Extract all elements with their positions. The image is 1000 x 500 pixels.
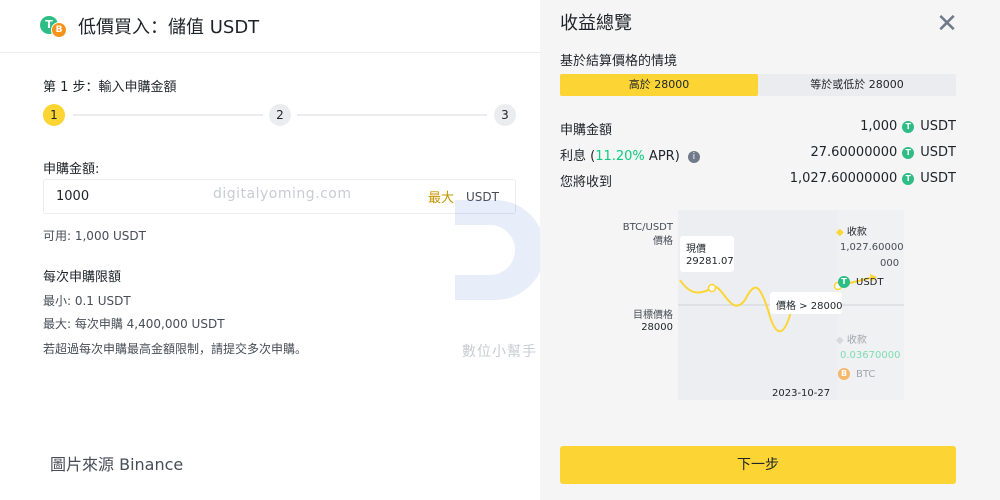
tab-below[interactable]: 等於或低於 28000 <box>758 74 956 96</box>
max-limit: 最大: 每次申購 4,400,000 USDT <box>43 317 225 331</box>
usdt-btc-logo-icon: TB <box>40 14 70 38</box>
current-label: 現價 <box>686 244 706 255</box>
step-1: 1 <box>43 104 65 126</box>
panel-header: TB 低價買入：儲值 USDT <box>40 10 259 42</box>
page-title: 低價買入：儲值 USDT <box>78 17 260 38</box>
receive-label: ◆ 收款 <box>836 227 867 238</box>
usdt-icon: T <box>902 146 915 159</box>
receive-row: 您將收到 1,027.60000000 T USDT <box>560 171 956 190</box>
y-axis-label: BTC/USDT 價格 <box>622 222 673 247</box>
limit-note: 若超過每次申購最高金額限制，請提交多次申購。 <box>43 342 308 356</box>
stepper-line <box>73 114 263 116</box>
tab-above[interactable]: 高於 28000 <box>560 74 758 96</box>
limit-title: 每次申購限額 <box>43 270 122 285</box>
usdt-icon: T <box>902 172 915 185</box>
row-unit: USDT <box>920 145 956 160</box>
receive-value: 1,027.60000 <box>840 242 904 253</box>
row-unit: USDT <box>920 171 956 186</box>
row-label-suffix: APR) <box>644 149 680 164</box>
scenario-tabs: 高於 28000 等於或低於 28000 <box>560 74 956 96</box>
target-value: 28000 <box>641 322 673 333</box>
receive-value-cont: 000 <box>880 258 900 269</box>
stepper-line <box>297 114 487 116</box>
stepper: 1 2 3 <box>43 104 516 126</box>
row-value: 27.60000000 <box>810 145 898 160</box>
earnings-title: 收益總覽 <box>560 13 632 34</box>
chart-canvas <box>678 210 904 400</box>
min-limit: 最小: 0.1 USDT <box>43 294 131 308</box>
receive-label-btc: ◆ 收款 <box>836 335 867 346</box>
row-label: 利息 ( <box>560 149 596 164</box>
current-value: 29281.07 <box>686 256 734 267</box>
btc-icon: B <box>838 368 850 380</box>
interest-row: 利息 (11.20% APR) i 27.60000000 T USDT <box>560 145 956 164</box>
subscribe-panel: TB 低價買入：儲值 USDT 第 1 步：輸入申購金額 1 2 3 申購金額:… <box>0 0 545 500</box>
scenario-label: 基於結算價格的情境 <box>560 54 678 69</box>
current-price-point <box>707 283 717 293</box>
info-icon[interactable]: i <box>687 150 700 163</box>
watermark-text: 數位小幫手 <box>462 344 537 360</box>
receive-btc-value: 0.03670000 <box>840 350 901 361</box>
receive-btc-unit: B BTC <box>838 368 875 380</box>
watermark: digitalyoming.com <box>213 186 352 202</box>
usdt-icon: T <box>838 276 850 288</box>
target-label: 目標價格 <box>633 310 673 321</box>
row-value: 1,000 <box>860 119 898 134</box>
step-title: 第 1 步：輸入申購金額 <box>43 80 177 95</box>
price-tag: 價格 > 28000 <box>776 301 843 312</box>
row-label: 申購金額 <box>560 123 613 138</box>
receive-unit: T USDT <box>838 276 883 288</box>
step-2: 2 <box>269 104 291 126</box>
amount-label: 申購金額: <box>43 162 100 177</box>
image-source: 圖片來源 Binance <box>50 455 184 474</box>
usdt-icon: T <box>902 120 915 133</box>
step-3: 3 <box>494 104 516 126</box>
row-unit: USDT <box>920 119 956 134</box>
earnings-panel: 收益總覽 ✕ 基於結算價格的情境 高於 28000 等於或低於 28000 申購… <box>540 0 1000 500</box>
close-icon[interactable]: ✕ <box>935 11 959 37</box>
available-balance: 可用: 1,000 USDT <box>43 229 146 243</box>
chart-date: 2023-10-27 <box>772 388 831 399</box>
row-label: 您將收到 <box>560 175 613 190</box>
subscribe-amount-row: 申購金額 1,000 T USDT <box>560 119 956 138</box>
apr-rate: 11.20% <box>595 149 645 164</box>
scenario-chart: BTC/USDT 價格 目標價格 28000 現價 29281.07 價格 > … <box>540 200 1000 410</box>
divider <box>0 52 540 53</box>
next-step-button[interactable]: 下一步 <box>560 446 956 484</box>
row-value: 1,027.60000000 <box>789 171 898 186</box>
